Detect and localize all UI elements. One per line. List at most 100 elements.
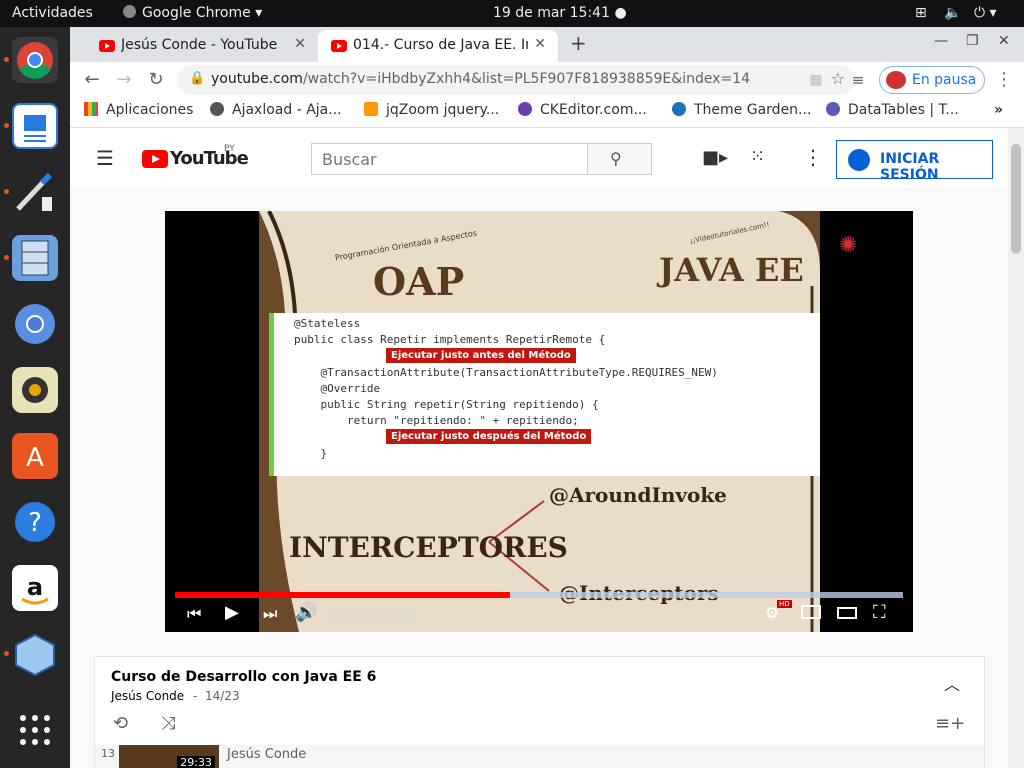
shuffle-icon[interactable]: ⤨ <box>161 713 175 734</box>
close-tab-icon[interactable]: ✕ <box>294 36 306 52</box>
page-scrollbar[interactable] <box>1008 128 1024 768</box>
code-line: @TransactionAttribute(TransactionAttribu… <box>294 366 718 379</box>
datetime: 19 de mar 15:41 <box>493 5 610 21</box>
dock-document-viewer[interactable] <box>12 103 58 149</box>
settings-kebab-icon[interactable]: ⋮ <box>803 145 823 169</box>
profile-button[interactable]: En pausa <box>879 66 985 94</box>
apps-grid-icon[interactable]: ⁙ <box>750 146 765 167</box>
bookmark-ajaxload[interactable]: Ajaxload - Aja... <box>210 102 342 118</box>
search-input[interactable]: Buscar <box>311 143 589 175</box>
item-duration: 29:33 <box>177 756 215 768</box>
app-name: Google Chrome <box>142 5 251 21</box>
app-menu[interactable]: Google Chrome ▾ <box>123 5 262 21</box>
tab-curso-java[interactable]: 014.- Curso de Java EE. Inf ✕ <box>318 30 558 62</box>
bookmark-jqzoom[interactable]: jqZoom jquery... <box>364 102 499 118</box>
play-icon[interactable]: ▶ <box>225 602 239 623</box>
system-top-bar: Actividades Google Chrome ▾ 19 de mar 15… <box>0 0 1024 27</box>
fullscreen-icon[interactable]: ⛶ <box>873 602 886 623</box>
theme-garden-icon <box>672 102 686 116</box>
scrollbar-thumb[interactable] <box>1011 144 1021 254</box>
amazon-icon: a <box>21 573 49 605</box>
url-host: youtube.com <box>211 71 303 87</box>
bookmark-label: CKEditor.com... <box>540 102 647 118</box>
youtube-header: ☰ YouTube PY Buscar ⚲ ■▸ ⁙ ⋮ INICIAR SES… <box>70 128 1008 188</box>
activities-button[interactable]: Actividades <box>12 5 93 21</box>
create-video-icon[interactable]: ■▸ <box>702 147 728 168</box>
video-player[interactable]: Programación Orientada a Aspectos OAP ¡¡… <box>165 211 913 632</box>
list-item[interactable]: 13 29:33 Jesús Conde <box>95 745 984 768</box>
item-author: Jesús Conde <box>227 747 307 762</box>
forward-button[interactable]: → <box>112 69 136 93</box>
apps-grid-icon <box>84 102 98 116</box>
item-index: 13 <box>101 747 115 760</box>
signin-button[interactable]: INICIAR SESIÓN <box>836 140 993 183</box>
dock-amazon[interactable]: a <box>12 565 58 611</box>
youtube-logo-icon[interactable] <box>142 150 168 168</box>
tab-jesus-conde[interactable]: Jesús Conde - YouTube ✕ <box>78 30 318 62</box>
minimize-button[interactable]: — <box>934 33 948 49</box>
bookmark-ckeditor[interactable]: CKEditor.com... <box>518 102 647 118</box>
network-icon[interactable]: ⊞ <box>915 5 927 21</box>
hd-badge: HD <box>777 600 792 608</box>
star-bookmark-icon[interactable]: ☆ <box>831 69 845 88</box>
dock-ubuntu-software[interactable]: A <box>12 433 58 479</box>
lock-icon: 🔒 <box>189 71 206 86</box>
playlist-panel: Curso de Desarrollo con Java EE 6 Jesús … <box>94 656 985 768</box>
show-applications-button[interactable] <box>12 707 58 753</box>
search-button[interactable]: ⚲ <box>587 143 652 175</box>
media-control-icon[interactable]: ≡ <box>846 69 870 93</box>
volume-icon[interactable]: 🔈 <box>944 5 961 21</box>
more-bookmarks-icon[interactable]: » <box>994 102 1003 118</box>
address-bar[interactable]: 🔒 youtube.com/watch?v=iHbdbyZxhh4&list=P… <box>177 65 855 95</box>
add-to-playlist-icon[interactable]: ≡+ <box>935 713 965 734</box>
bookmark-apps[interactable]: Aplicaciones <box>84 102 193 118</box>
next-icon[interactable]: ⏭ <box>263 604 277 624</box>
bookmark-datatables[interactable]: DataTables | T... <box>826 102 959 118</box>
previous-icon[interactable]: ⏮ <box>187 604 201 624</box>
dock-chromium[interactable] <box>12 301 58 347</box>
back-button[interactable]: ← <box>80 69 104 93</box>
played-fill <box>175 592 510 598</box>
code-line: return "repitiendo: " + repitiendo; <box>294 414 579 427</box>
slide-title-oap: OAP <box>373 259 465 304</box>
hamburger-menu-icon[interactable]: ☰ <box>96 146 114 170</box>
annotation-tag: Ejecutar justo después del Método <box>386 429 592 444</box>
miniplayer-icon[interactable] <box>801 605 821 619</box>
theater-mode-icon[interactable] <box>837 607 857 619</box>
browser-toolbar: ← → ↻ 🔒 youtube.com/watch?v=iHbdbyZxhh4&… <box>70 62 1024 98</box>
dock-file-manager[interactable] <box>12 235 58 281</box>
slide-logo-icon: ✺ <box>839 233 858 258</box>
account-icon <box>848 149 870 171</box>
bookmark-label: DataTables | T... <box>848 102 959 118</box>
dock-help[interactable]: ? <box>12 499 58 545</box>
playlist-title[interactable]: Curso de Desarrollo con Java EE 6 <box>111 669 376 685</box>
bookmark-label: Aplicaciones <box>106 102 194 118</box>
dock-paint[interactable] <box>12 169 58 215</box>
loop-icon[interactable]: ⟲ <box>113 713 128 734</box>
close-tab-icon[interactable]: ✕ <box>534 36 546 52</box>
clock[interactable]: 19 de mar 15:41 ● <box>493 5 627 21</box>
menu-kebab-icon[interactable]: ⋮ <box>992 69 1016 93</box>
close-window-button[interactable]: ✕ <box>998 33 1010 49</box>
help-icon: ? <box>15 502 55 542</box>
youtube-page: ☰ YouTube PY Buscar ⚲ ■▸ ⁙ ⋮ INICIAR SES… <box>70 128 1024 768</box>
extension-icon[interactable]: ▦ <box>804 69 828 93</box>
progress-bar[interactable] <box>175 592 903 598</box>
collapse-chevron-icon[interactable]: ︿ <box>944 671 960 695</box>
reload-button[interactable]: ↻ <box>144 69 168 93</box>
speaker-icon <box>22 377 48 403</box>
url-text[interactable]: youtube.com/watch?v=iHbdbyZxhh4&list=PL5… <box>211 71 750 87</box>
volume-icon[interactable]: 🔊 <box>295 602 317 623</box>
playlist-author[interactable]: Jesús Conde <box>111 689 184 703</box>
dock-chrome[interactable] <box>12 37 58 83</box>
restore-button[interactable]: ❐ <box>966 33 979 49</box>
dock-rhythmbox[interactable] <box>12 367 58 413</box>
avatar <box>886 71 906 89</box>
bookmark-theme-garden[interactable]: Theme Garden... <box>672 102 811 118</box>
file-cabinet-icon <box>21 240 49 276</box>
dock-virtualbox[interactable] <box>12 631 58 677</box>
new-tab-button[interactable]: + <box>570 31 587 55</box>
svg-text:A: A <box>26 443 44 473</box>
power-icon[interactable]: ⏻ ▾ <box>974 5 997 21</box>
youtube-logo-text[interactable]: YouTube <box>170 148 249 169</box>
